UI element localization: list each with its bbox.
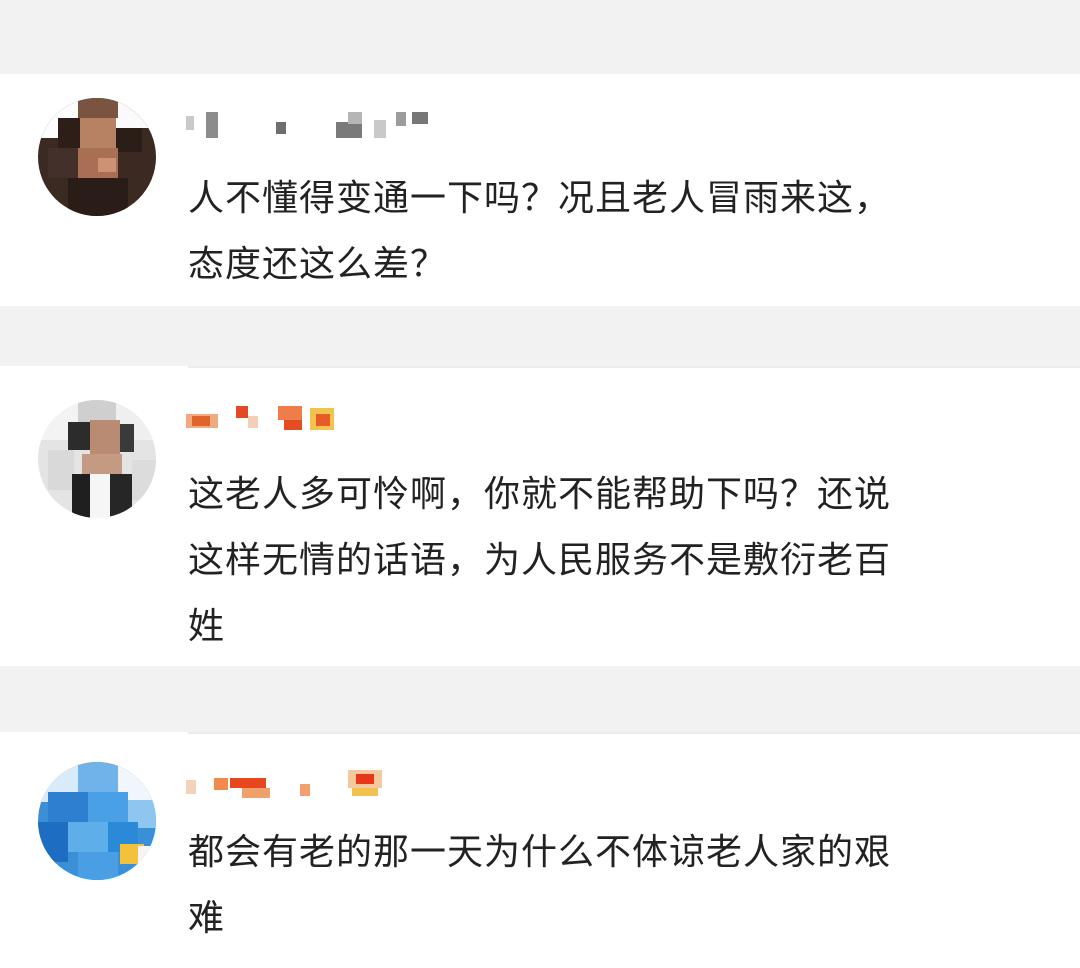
avatar[interactable] [38, 762, 156, 880]
avatar[interactable] [38, 98, 156, 216]
username-pixelated[interactable] [186, 406, 426, 432]
comment-list: 人不懂得变通一下吗？况且老人冒雨来这， 态度还这么差？ 这老人多可怜啊，你就不能… [0, 0, 1080, 968]
comment-item: 都会有老的那一天为什么不体谅老人家的艰 难 [0, 732, 1080, 968]
username-pixelated[interactable] [186, 770, 426, 798]
comment-text: 都会有老的那一天为什么不体谅老人家的艰 难 [188, 832, 892, 939]
divider [188, 732, 1080, 734]
comment-item: 这老人多可怜啊，你就不能帮助下吗？还说 这样无情的话语，为人民服务不是敷衍老百 … [0, 366, 1080, 666]
avatar-pixelated-image [38, 400, 156, 518]
username-pixelated[interactable] [186, 112, 428, 138]
avatar-pixelated-image [38, 762, 156, 880]
divider [188, 366, 1080, 368]
avatar-pixelated-image [38, 98, 156, 216]
comment-item: 人不懂得变通一下吗？况且老人冒雨来这， 态度还这么差？ [0, 74, 1080, 306]
comment-text: 人不懂得变通一下吗？况且老人冒雨来这， 态度还这么差？ [188, 178, 892, 285]
avatar[interactable] [38, 400, 156, 518]
comment-text: 这老人多可怜啊，你就不能帮助下吗？还说 这样无情的话语，为人民服务不是敷衍老百 … [188, 474, 892, 647]
